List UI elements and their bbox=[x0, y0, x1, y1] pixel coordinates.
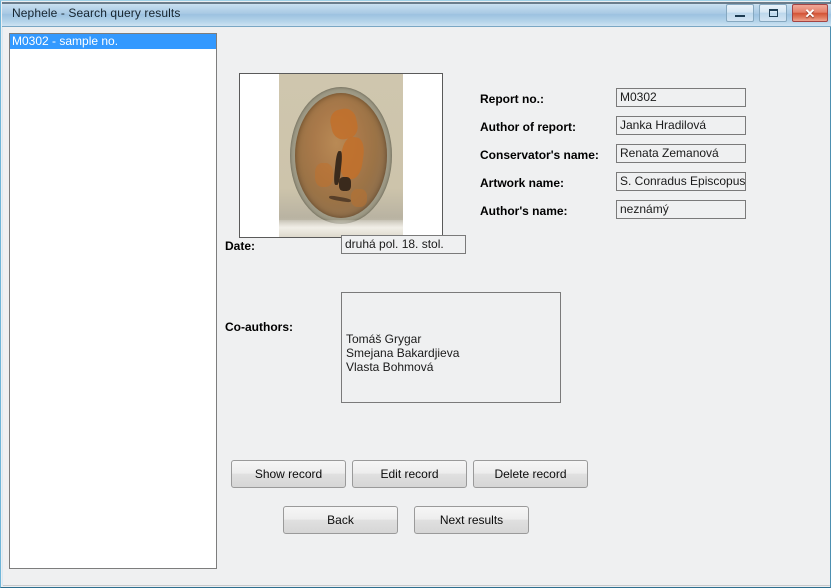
field-artwork-name[interactable]: S. Conradus Episcopus bbox=[616, 172, 746, 191]
rust-patch bbox=[338, 135, 366, 181]
artwork-thumbnail[interactable] bbox=[239, 73, 443, 238]
application-window: Nephele - Search query results ✕ M0302 -… bbox=[0, 0, 831, 588]
minimize-icon bbox=[735, 15, 745, 17]
label-date: Date: bbox=[225, 239, 256, 253]
field-coauthors[interactable]: Tomáš Grygar Smejana Bakardjieva Vlasta … bbox=[341, 292, 561, 403]
delete-record-button[interactable]: Delete record bbox=[473, 460, 588, 488]
field-author-of-report[interactable]: Janka Hradilová bbox=[616, 116, 746, 135]
artwork-photo bbox=[279, 74, 403, 237]
search-results-list[interactable]: M0302 - sample no. bbox=[9, 33, 217, 569]
label-author-name: Author's name: bbox=[480, 204, 568, 218]
back-button[interactable]: Back bbox=[283, 506, 398, 534]
list-item[interactable]: M0302 - sample no. bbox=[10, 34, 216, 49]
crack-mark bbox=[339, 177, 351, 191]
client-area: M0302 - sample no. Report no.: M0302 Aut… bbox=[3, 27, 830, 586]
oval-panel-surface bbox=[295, 93, 387, 218]
field-conservator-name[interactable]: Renata Zemanová bbox=[616, 144, 746, 163]
rust-patch bbox=[351, 189, 367, 207]
field-author-name[interactable]: neznámý bbox=[616, 200, 746, 219]
close-button[interactable]: ✕ bbox=[792, 4, 828, 22]
maximize-icon bbox=[768, 9, 778, 17]
close-icon: ✕ bbox=[804, 5, 816, 21]
field-report-no[interactable]: M0302 bbox=[616, 88, 746, 107]
title-bar-top-edge bbox=[2, 2, 831, 4]
field-date[interactable]: druhá pol. 18. stol. bbox=[341, 235, 466, 254]
title-bar[interactable]: Nephele - Search query results ✕ bbox=[2, 2, 831, 27]
label-author-of-report: Author of report: bbox=[480, 120, 576, 134]
label-coauthors: Co-authors: bbox=[225, 320, 293, 334]
coauthors-text: Tomáš Grygar Smejana Bakardjieva Vlasta … bbox=[346, 332, 460, 374]
maximize-button[interactable] bbox=[759, 4, 787, 22]
crack-mark bbox=[328, 195, 352, 203]
rust-patch bbox=[328, 106, 360, 142]
edit-record-button[interactable]: Edit record bbox=[352, 460, 467, 488]
rust-patch bbox=[315, 163, 333, 187]
client-bottom-edge bbox=[3, 585, 830, 586]
minimize-button[interactable] bbox=[726, 4, 754, 22]
label-artwork-name: Artwork name: bbox=[480, 176, 565, 190]
window-title: Nephele - Search query results bbox=[12, 6, 181, 20]
oval-panel-frame bbox=[290, 87, 392, 224]
show-record-button[interactable]: Show record bbox=[231, 460, 346, 488]
label-conservator-name: Conservator's name: bbox=[480, 148, 599, 162]
next-results-button[interactable]: Next results bbox=[414, 506, 529, 534]
label-report-no: Report no.: bbox=[480, 92, 544, 106]
